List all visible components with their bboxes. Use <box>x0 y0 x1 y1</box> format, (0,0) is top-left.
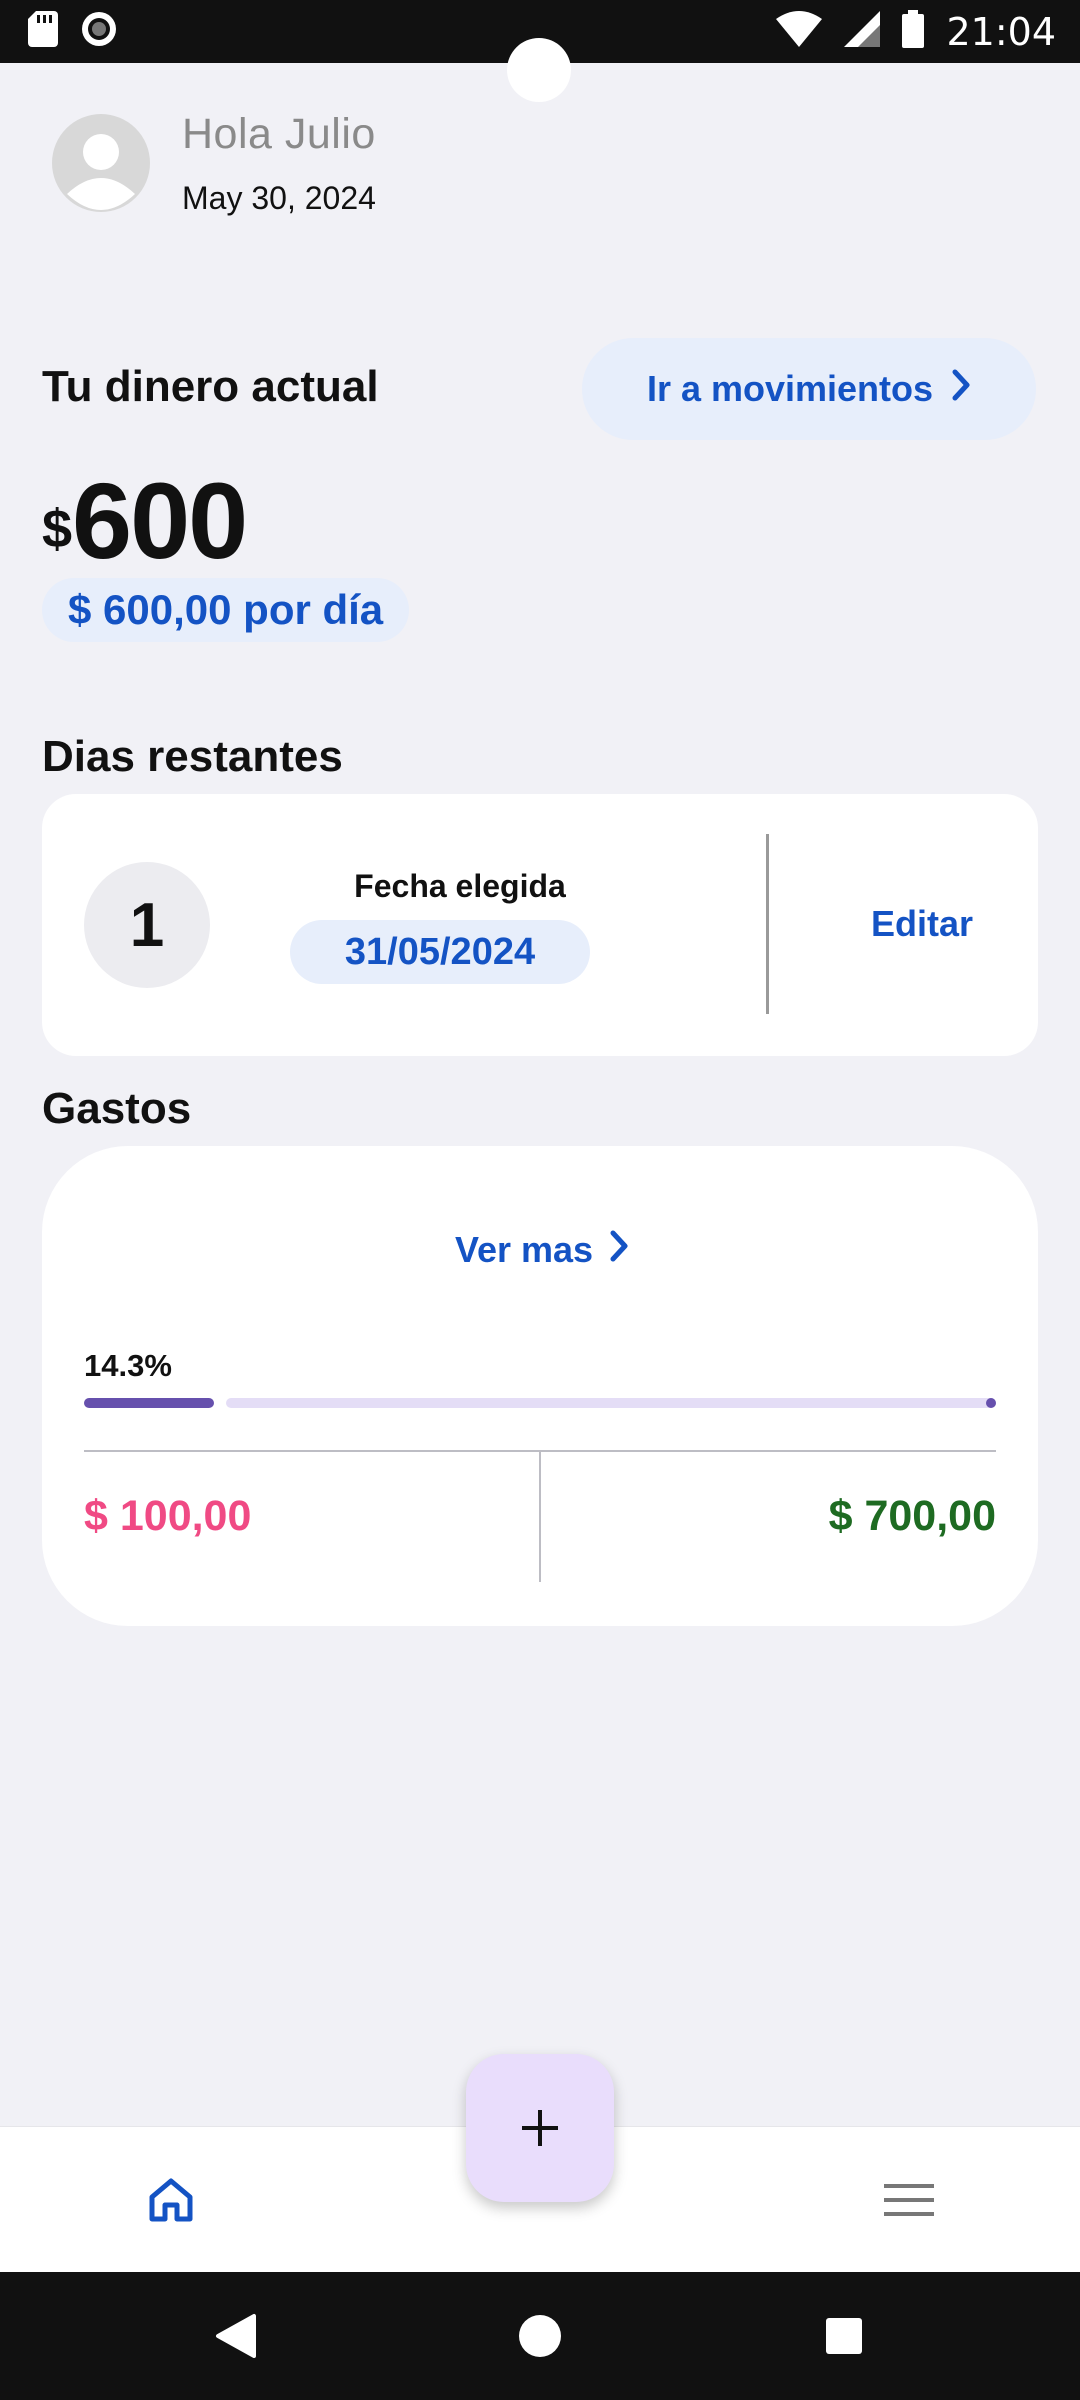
divider <box>766 834 769 1014</box>
record-icon <box>80 10 118 53</box>
see-more-button[interactable]: Ver mas <box>422 1220 662 1280</box>
per-day-badge: $ 600,00 por día <box>42 578 410 642</box>
sd-card-icon <box>28 11 58 52</box>
plus-icon <box>522 2110 558 2146</box>
expenses-card: Ver mas 14.3% $ 100,00 $ 700,00 <box>42 1146 1038 1626</box>
progress-remaining <box>226 1398 996 1408</box>
balance-amount: $ 600 <box>42 458 248 583</box>
see-more-label: Ver mas <box>454 1229 594 1270</box>
greeting: Hola Julio <box>182 110 376 158</box>
status-time: 21:04 <box>946 9 1056 54</box>
expense-progress-bar <box>84 1398 996 1408</box>
home-circle-icon <box>519 2315 561 2357</box>
total-amount: $ 700,00 <box>828 1492 996 1540</box>
user-icon <box>67 134 135 210</box>
chevron-right-icon <box>951 368 971 410</box>
chosen-date-value: 31/05/2024 <box>344 930 536 973</box>
progress-end-dot <box>986 1398 996 1408</box>
currency-symbol: $ <box>42 499 73 559</box>
recents-square-icon <box>826 2318 862 2354</box>
spent-amount: $ 100,00 <box>84 1492 252 1540</box>
system-back-button[interactable] <box>206 2306 266 2366</box>
menu-icon <box>884 2184 934 2216</box>
system-nav-bar <box>0 2272 1080 2400</box>
status-right-icons: 21:04 <box>776 10 1056 54</box>
battery-icon <box>902 10 925 53</box>
system-recents-button[interactable] <box>814 2306 874 2366</box>
home-icon <box>149 2178 193 2222</box>
per-day-text: $ 600,00 por día <box>68 586 384 633</box>
nav-menu-button[interactable] <box>876 2167 942 2233</box>
movements-button-label: Ir a movimientos <box>646 368 934 409</box>
back-triangle-icon <box>216 2314 256 2358</box>
go-to-movements-button[interactable]: Ir a movimientos <box>582 338 1036 440</box>
days-remaining-count: 1 <box>84 862 210 988</box>
add-button[interactable] <box>466 2054 614 2202</box>
divider <box>539 1452 541 1582</box>
avatar[interactable] <box>52 114 150 212</box>
current-date: May 30, 2024 <box>182 180 376 216</box>
nav-home-button[interactable] <box>138 2167 204 2233</box>
balance-title: Tu dinero actual <box>42 362 379 411</box>
wifi-icon <box>776 11 823 52</box>
edit-date-button[interactable]: Editar <box>822 894 1022 954</box>
expenses-title: Gastos <box>42 1084 192 1133</box>
chevron-right-icon <box>609 1229 629 1271</box>
camera-cutout <box>507 38 571 102</box>
status-left-icons <box>28 10 118 53</box>
signal-icon <box>844 11 881 52</box>
progress-fill <box>84 1398 214 1408</box>
chosen-date-label: Fecha elegida <box>354 868 566 904</box>
expense-percent: 14.3% <box>84 1348 172 1383</box>
chosen-date-badge: 31/05/2024 <box>290 920 590 984</box>
balance-value: 600 <box>72 460 248 581</box>
system-home-button[interactable] <box>510 2306 570 2366</box>
days-title: Dias restantes <box>42 732 343 781</box>
days-card: 1 Fecha elegida 31/05/2024 Editar <box>42 794 1038 1056</box>
